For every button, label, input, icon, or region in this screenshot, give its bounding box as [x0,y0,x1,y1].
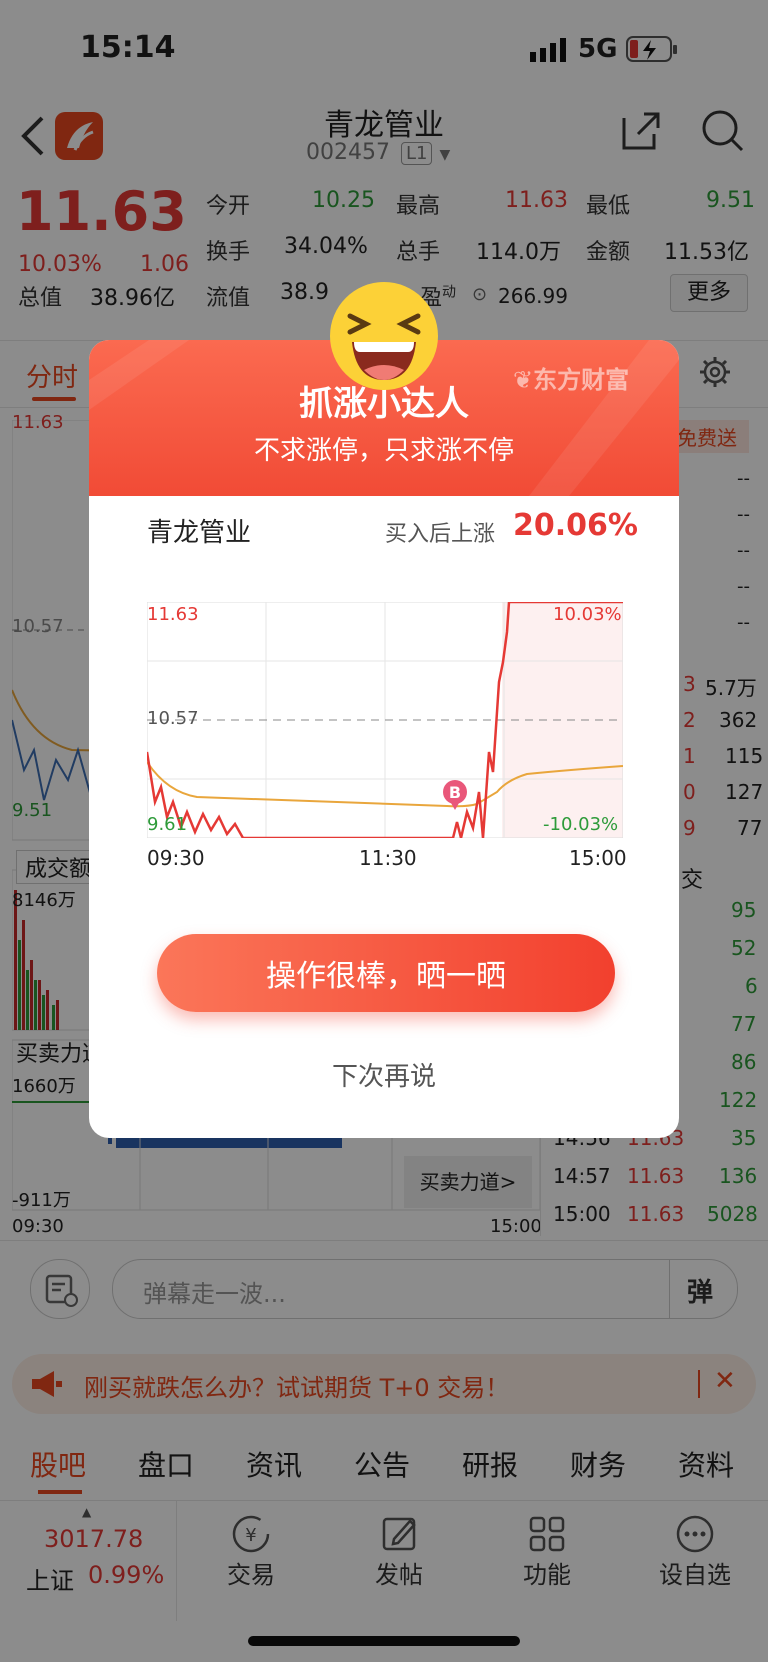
chart-x-end: 15:00 [569,846,627,870]
laughing-emoji-icon [328,280,440,396]
chart-high-label: 11.63 [147,604,199,625]
achievement-modal: ❦东方财富 抓涨小达人 不求涨停，只求涨不停 青龙管业 买入后上涨 20.06%… [89,340,679,1138]
chart-pct-low-label: -10.03% [543,814,619,835]
chart-x-start: 09:30 [147,846,205,870]
chart-mid-label: 10.57 [147,708,199,729]
share-button[interactable]: 操作很棒，晒一晒 [157,934,615,1012]
chart-x-mid: 11:30 [359,846,417,870]
chart-pct-high-label: 10.03% [553,604,622,625]
chart-low-label: 9.61 [147,814,188,835]
dismiss-button[interactable]: 下次再说 [89,1056,679,1093]
modal-subtitle: 不求涨停，只求涨不停 [253,436,514,466]
modal-stock-name: 青龙管业 [147,518,252,548]
gain-value: 20.06% [513,508,638,543]
buy-marker-text: B [449,783,461,802]
gain-label: 买入后上涨 [385,522,496,547]
modal-intraday-chart: B 11.63 10.57 9.61 10.03% -10.03% 09:30 … [145,600,627,870]
modal-chart-svg: B [145,600,624,840]
